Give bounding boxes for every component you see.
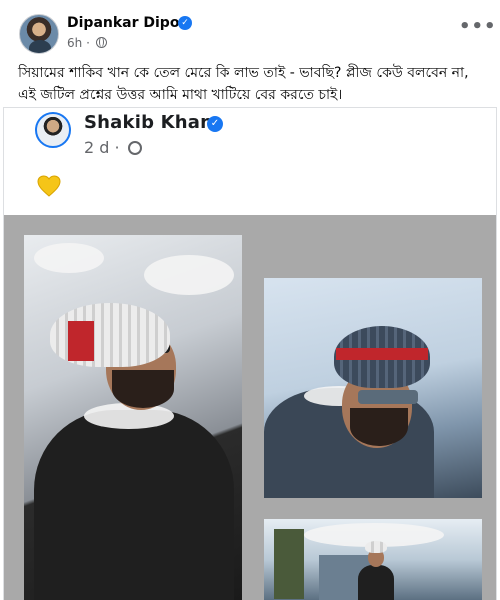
photo-1[interactable] bbox=[24, 235, 242, 600]
verified-badge-icon: ✓ bbox=[178, 16, 192, 30]
meta-separator: · bbox=[86, 36, 90, 50]
beard bbox=[112, 370, 174, 408]
beard bbox=[350, 408, 408, 446]
post-caption: সিয়ামের শাকিব খান কে তেল মেরে কি লাভ তা… bbox=[18, 65, 469, 103]
jacket bbox=[34, 410, 234, 600]
snow-patch bbox=[144, 255, 234, 295]
shared-post[interactable]: Shakib Khan ✓ 2 d · bbox=[3, 107, 497, 600]
photo-2[interactable] bbox=[264, 278, 482, 498]
shared-post-meta: 2 d · bbox=[84, 138, 142, 157]
beanie-stripe bbox=[336, 348, 428, 360]
tree bbox=[274, 529, 304, 599]
author-name[interactable]: Dipankar Dipon bbox=[67, 15, 189, 31]
snow-patch bbox=[34, 243, 104, 273]
photo-3[interactable] bbox=[264, 519, 482, 600]
yellow-heart-icon bbox=[37, 175, 61, 197]
post-header: Dipankar Dipon ✓ 6h · ••• bbox=[0, 0, 500, 60]
shared-author-name[interactable]: Shakib Khan bbox=[84, 112, 213, 133]
shared-author-avatar[interactable] bbox=[35, 112, 71, 148]
shared-globe-icon[interactable] bbox=[127, 141, 142, 155]
globe-icon[interactable] bbox=[95, 37, 107, 48]
more-options-icon[interactable]: ••• bbox=[459, 18, 496, 38]
beanie bbox=[365, 541, 387, 553]
shared-post-time[interactable]: 2 d bbox=[84, 138, 109, 157]
photo-grid bbox=[4, 215, 496, 600]
post-time[interactable]: 6h bbox=[67, 36, 82, 50]
jacket bbox=[358, 565, 394, 600]
shared-meta-separator: · bbox=[114, 138, 120, 157]
post-meta: 6h · bbox=[67, 36, 107, 50]
beanie-stripe bbox=[68, 321, 94, 361]
author-avatar[interactable] bbox=[19, 14, 59, 54]
sunglasses bbox=[358, 390, 418, 404]
shared-verified-badge-icon: ✓ bbox=[207, 116, 223, 132]
